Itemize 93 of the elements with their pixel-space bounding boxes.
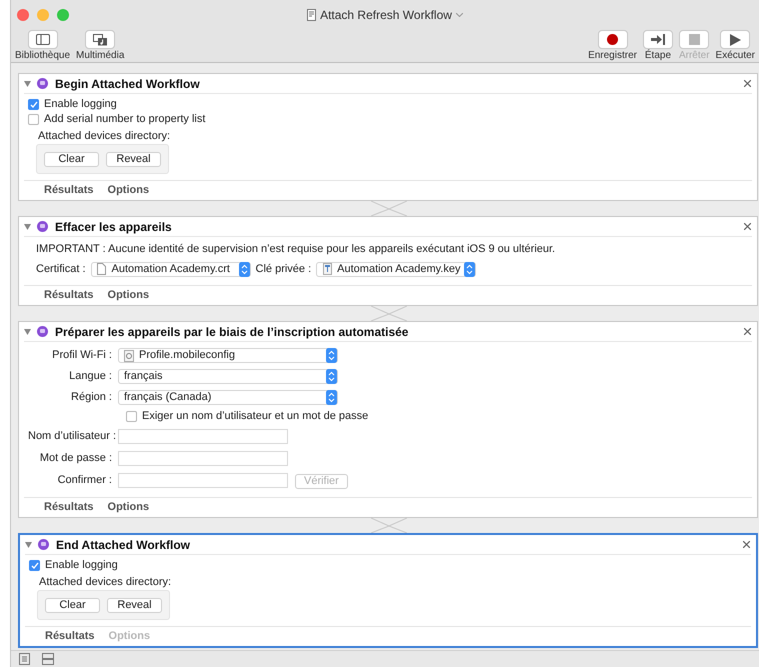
push-button[interactable]: Reveal (106, 152, 161, 166)
text-field[interactable] (118, 450, 288, 466)
action-title: Préparer les appareils par le biais de l’inscription automatisée (55, 324, 410, 340)
toolbar-label: Enregistrer (588, 51, 637, 61)
action-card[interactable] (18, 216, 758, 306)
action-tab[interactable]: Résultats (44, 499, 94, 516)
toolbar-button[interactable] (85, 30, 116, 49)
popup-value: Automation Academy.key (337, 262, 462, 277)
popup-menu[interactable]: français (Canada) (118, 390, 338, 405)
toolbar-button[interactable] (598, 30, 628, 49)
stepper-arrows-icon (326, 390, 337, 405)
action-tab[interactable]: Résultats (44, 182, 94, 199)
disclosure-triangle-icon[interactable] (24, 328, 31, 334)
disclosure-triangle-icon[interactable] (24, 80, 31, 86)
action-tab[interactable]: Résultats (45, 628, 95, 645)
checkbox-label: Enable logging (44, 97, 117, 112)
toolbar-label: Bibliothèque (15, 51, 70, 61)
popup-value: Profile.mobileconfig (139, 348, 236, 364)
checkbox-label: Enable logging (45, 558, 118, 574)
directory-label: Attached devices directory: (37, 129, 172, 144)
text-field[interactable] (118, 428, 288, 444)
checkbox[interactable] (28, 114, 39, 125)
media-icon (92, 34, 108, 46)
text-field[interactable] (118, 472, 288, 488)
document-icon (97, 263, 106, 275)
toolbar-button[interactable] (28, 30, 58, 49)
checkbox[interactable] (126, 411, 137, 422)
toolbar-label: Multimédia (76, 51, 124, 61)
checkbox-label: Exiger un nom d’utilisateur et un mot de passe (142, 409, 368, 424)
action-title: End Attached Workflow (56, 536, 192, 554)
action-card[interactable]: Begin Attached Workflow Enable logging Add serial number to property list Attached devices directory: Clear Reveal Résultats Options (18, 73, 758, 201)
field-label: Confirmer : (56, 472, 113, 488)
toolbar-label: Exécuter (716, 51, 755, 61)
push-button[interactable]: Reveal (107, 598, 162, 612)
action-icon (37, 326, 48, 337)
popup-menu[interactable]: français (118, 369, 338, 384)
field-label: Certificat : (36, 262, 86, 277)
popup-menu[interactable]: Automation Academy.crt (90, 262, 251, 276)
connector-notch-drawing (371, 201, 407, 216)
checkbox[interactable] (29, 560, 40, 571)
sidebar-icon (36, 34, 50, 45)
directory-label: Attached devices directory: (38, 575, 172, 590)
field-label: Langue : (68, 369, 113, 384)
toolbar-label: Étape (644, 51, 672, 61)
popup-value: français (Canada) (124, 390, 212, 406)
field-label: Région : (70, 390, 113, 406)
list-icon[interactable] (19, 653, 30, 665)
action-tab[interactable]: Options (108, 287, 150, 304)
action-tab[interactable]: Résultats (44, 287, 94, 304)
field-label: Mot de passe : (38, 450, 113, 466)
disclosure-triangle-icon[interactable] (24, 224, 31, 230)
chevron-down-icon (456, 13, 463, 17)
toolbar-button[interactable] (642, 30, 673, 49)
action-icon (38, 539, 49, 550)
popup-menu[interactable]: Automation Academy.key (316, 262, 476, 276)
connector-notch-drawing (371, 518, 407, 533)
popup-value: Automation Academy.crt (112, 262, 231, 277)
close-window-icon[interactable] (17, 9, 29, 21)
toolbar-button[interactable] (720, 30, 750, 49)
document-icon (307, 9, 316, 21)
action-title: Effacer les appareils (55, 218, 173, 236)
window-title: Attach Refresh Workflow (320, 7, 452, 24)
note-text: IMPORTANT : Aucune identité de supervision n’est requise pour les appareils exécutant iOS 9 ou ultérieur. (35, 242, 556, 257)
close-icon[interactable] (744, 223, 751, 230)
stepper-arrows-icon (238, 262, 250, 276)
stepper-arrows-icon (464, 262, 476, 276)
action-tab[interactable]: Options (108, 499, 150, 516)
close-icon[interactable] (744, 328, 751, 335)
action-icon (37, 78, 48, 89)
action-title: Begin Attached Workflow (55, 76, 201, 92)
stepper-arrows-icon (326, 348, 337, 363)
action-tab[interactable]: Options (108, 182, 150, 199)
connector-notch-drawing (371, 306, 407, 321)
popup-menu[interactable]: Profile.mobileconfig (118, 348, 338, 363)
push-button[interactable]: Clear (45, 598, 100, 612)
push-button[interactable]: Clear (44, 152, 99, 166)
split-view-icon[interactable] (42, 653, 54, 665)
checkbox[interactable] (28, 99, 39, 110)
disclosure-triangle-icon[interactable] (25, 542, 32, 548)
field-label: Profil Wi-Fi : (51, 348, 113, 364)
record-icon (607, 34, 618, 45)
step-icon (650, 34, 665, 45)
field-label: Nom d’utilisateur : (28, 428, 118, 444)
field-label: Clé privée : (256, 262, 312, 277)
popup-value: français (124, 369, 164, 384)
close-icon[interactable] (743, 541, 750, 548)
toolbar-label: Arrêter (678, 51, 710, 61)
stop-icon (688, 34, 700, 45)
play-icon (730, 34, 741, 46)
close-icon[interactable] (744, 80, 751, 87)
action-icon (37, 221, 48, 232)
stepper-arrows-icon (326, 369, 337, 384)
checkbox-label: Add serial number to property list (44, 112, 206, 128)
